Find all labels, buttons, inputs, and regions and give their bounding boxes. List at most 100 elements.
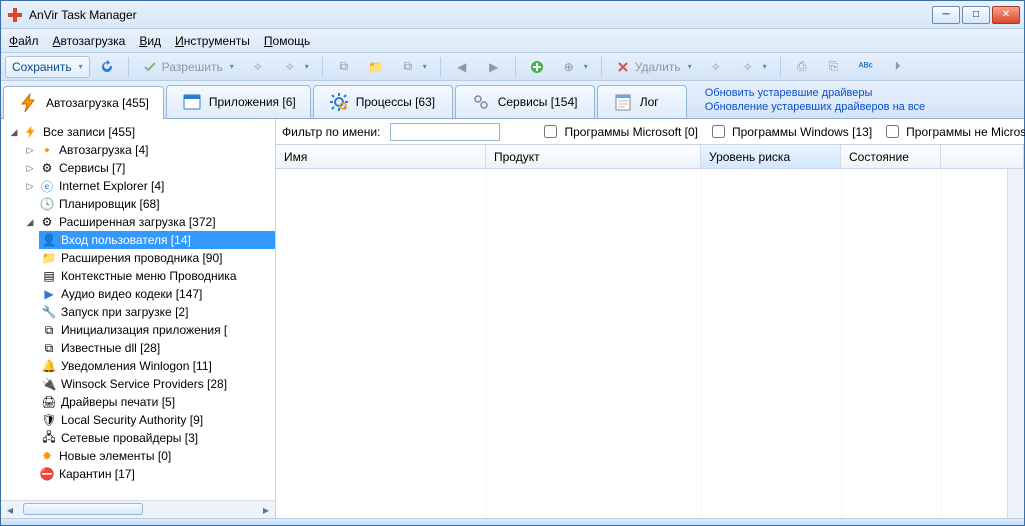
main-area: ◢ Все записи [455] ▷🔸Автозагрузка [4] ▷⚙… bbox=[1, 119, 1024, 518]
chk-microsoft[interactable]: Программы Microsoft [0] bbox=[540, 122, 698, 141]
menu-help[interactable]: Помощь bbox=[264, 34, 310, 48]
tree-net-providers[interactable]: 🖧Сетевые провайдеры [3] bbox=[39, 429, 275, 447]
autorun-tree[interactable]: ◢ Все записи [455] ▷🔸Автозагрузка [4] ▷⚙… bbox=[1, 119, 275, 500]
menu-tools[interactable]: Инструменты bbox=[175, 34, 250, 48]
folder-icon: 📁 bbox=[41, 250, 57, 266]
window-title: AnVir Task Manager bbox=[29, 8, 932, 22]
tool-fwd[interactable]: ▶ bbox=[479, 56, 509, 78]
tool-g[interactable]: ⎙ bbox=[787, 56, 817, 78]
tree-quarantine[interactable]: ⛔Карантин [17] bbox=[23, 465, 275, 483]
menu-icon: ▤ bbox=[41, 268, 57, 284]
close-button[interactable]: ✕ bbox=[992, 6, 1020, 24]
tree-boot[interactable]: 🔧Запуск при загрузке [2] bbox=[39, 303, 275, 321]
collapse-icon[interactable]: ◢ bbox=[9, 127, 19, 138]
tab-autorun[interactable]: Автозагрузка [455] bbox=[3, 86, 164, 119]
grid-vscrollbar[interactable] bbox=[1007, 169, 1024, 518]
tool-h[interactable]: ⎘ bbox=[819, 56, 849, 78]
tool-i[interactable]: ⏵ bbox=[883, 56, 913, 78]
tree-context-menus[interactable]: ▤Контекстные меню Проводника bbox=[39, 267, 275, 285]
tool-b[interactable]: ✧ bbox=[275, 56, 316, 78]
boot-icon: 🔧 bbox=[41, 304, 57, 320]
user-icon: 👤 bbox=[41, 232, 57, 248]
app-icon bbox=[7, 7, 23, 23]
scroll-right-icon[interactable]: ▸ bbox=[257, 501, 275, 519]
tree-new[interactable]: ✸Новые элементы [0] bbox=[23, 447, 275, 465]
play-icon: ▶ bbox=[41, 286, 57, 302]
menu-file[interactable]: Файл bbox=[9, 34, 39, 48]
refresh-icon bbox=[99, 59, 115, 75]
gear-icon: ⚙ bbox=[39, 214, 55, 230]
menu-view[interactable]: Вид bbox=[139, 34, 161, 48]
clock-icon: 🕓 bbox=[39, 196, 55, 212]
tree-hscrollbar[interactable]: ◂ ▸ bbox=[1, 500, 275, 518]
tool-add[interactable] bbox=[522, 56, 552, 78]
tool-find[interactable]: ᴬᴮᶜ bbox=[851, 56, 881, 78]
expand-icon[interactable]: ▷ bbox=[25, 163, 35, 174]
scroll-left-icon[interactable]: ◂ bbox=[1, 501, 19, 519]
allow-button[interactable]: Разрешить bbox=[135, 56, 241, 78]
arrow-left-icon: ◀ bbox=[454, 59, 470, 75]
collapse-icon[interactable]: ◢ bbox=[25, 217, 35, 228]
net-icon: 🔌 bbox=[41, 376, 57, 392]
tool-back[interactable]: ◀ bbox=[447, 56, 477, 78]
col-spare[interactable] bbox=[941, 145, 1024, 168]
tree-ie[interactable]: ▷ⓔInternet Explorer [4] bbox=[23, 177, 275, 195]
gears-icon bbox=[470, 91, 492, 113]
tab-procs[interactable]: Процессы [63] bbox=[313, 85, 453, 118]
tool-a[interactable]: ✧ bbox=[243, 56, 273, 78]
link-update-drivers[interactable]: Обновить устаревшие драйверы bbox=[705, 86, 1024, 100]
maximize-button[interactable]: □ bbox=[962, 6, 990, 24]
tool-c[interactable]: ⧉ bbox=[393, 56, 434, 78]
gear-icon bbox=[328, 91, 350, 113]
tree-explorer-ext[interactable]: 📁Расширения проводника [90] bbox=[39, 249, 275, 267]
grid-body[interactable] bbox=[276, 169, 1024, 518]
grid-header: Имя Продукт Уровень риска Состояние bbox=[276, 145, 1024, 169]
tree-known-dlls[interactable]: ⧉Известные dll [28] bbox=[39, 339, 275, 357]
delete-icon bbox=[615, 59, 631, 75]
title-bar[interactable]: AnVir Task Manager ─ □ ✕ bbox=[1, 1, 1024, 29]
menu-auto[interactable]: Автозагрузка bbox=[53, 34, 126, 48]
init-icon: ⧉ bbox=[41, 322, 57, 338]
tree-printers[interactable]: 🖨Драйверы печати [5] bbox=[39, 393, 275, 411]
link-update-all-drivers[interactable]: Обновление устаревших драйверов на все bbox=[705, 100, 1024, 114]
tree-winsock[interactable]: 🔌Winsock Service Providers [28] bbox=[39, 375, 275, 393]
col-name[interactable]: Имя bbox=[276, 145, 486, 168]
copy-icon: ⧉ bbox=[336, 59, 352, 75]
delete-button[interactable]: Удалить bbox=[608, 56, 699, 78]
tree-codecs[interactable]: ▶Аудио видео кодеки [147] bbox=[39, 285, 275, 303]
tree-root[interactable]: ◢ Все записи [455] bbox=[7, 123, 275, 141]
lightning-icon bbox=[18, 92, 40, 114]
tool-copy[interactable]: ⧉ bbox=[329, 56, 359, 78]
scroll-thumb[interactable] bbox=[23, 503, 143, 515]
notepad-icon bbox=[612, 91, 634, 113]
tab-apps[interactable]: Приложения [6] bbox=[166, 85, 311, 118]
network-icon: 🖧 bbox=[41, 430, 57, 446]
tool-e[interactable]: ✧ bbox=[701, 56, 731, 78]
tree-services[interactable]: ▷⚙Сервисы [7] bbox=[23, 159, 275, 177]
col-state[interactable]: Состояние bbox=[841, 145, 941, 168]
tree-winlogon[interactable]: 🔔Уведомления Winlogon [11] bbox=[39, 357, 275, 375]
tree-appinit[interactable]: ⧉Инициализация приложения [ bbox=[39, 321, 275, 339]
expand-icon[interactable]: ▷ bbox=[25, 181, 35, 192]
save-button[interactable]: Сохранить bbox=[5, 56, 90, 78]
tree-extended[interactable]: ◢⚙Расширенная загрузка [372] bbox=[23, 213, 275, 231]
filter-input[interactable] bbox=[390, 123, 500, 141]
tool-f[interactable]: ✧ bbox=[733, 56, 774, 78]
minimize-button[interactable]: ─ bbox=[932, 6, 960, 24]
col-prod[interactable]: Продукт bbox=[486, 145, 701, 168]
tree-scheduler[interactable]: 🕓Планировщик [68] bbox=[23, 195, 275, 213]
tab-log[interactable]: Лог bbox=[597, 85, 687, 118]
chk-non-microsoft[interactable]: Программы не Microsoft [1] bbox=[882, 122, 1025, 141]
shield-icon: 🛡 bbox=[41, 412, 57, 428]
tree-autorun[interactable]: ▷🔸Автозагрузка [4] bbox=[23, 141, 275, 159]
tool-d[interactable]: ⊕ bbox=[554, 56, 595, 78]
rocket-icon: 🔸 bbox=[39, 142, 55, 158]
tree-lsa[interactable]: 🛡Local Security Authority [9] bbox=[39, 411, 275, 429]
tree-user-logon[interactable]: 👤Вход пользователя [14] bbox=[39, 231, 275, 249]
tool-folder[interactable]: 📁 bbox=[361, 56, 391, 78]
expand-icon[interactable]: ▷ bbox=[25, 145, 35, 156]
tab-services[interactable]: Сервисы [154] bbox=[455, 85, 595, 118]
chk-windows[interactable]: Программы Windows [13] bbox=[708, 122, 872, 141]
col-risk[interactable]: Уровень риска bbox=[701, 145, 841, 168]
refresh-button[interactable] bbox=[92, 56, 122, 78]
